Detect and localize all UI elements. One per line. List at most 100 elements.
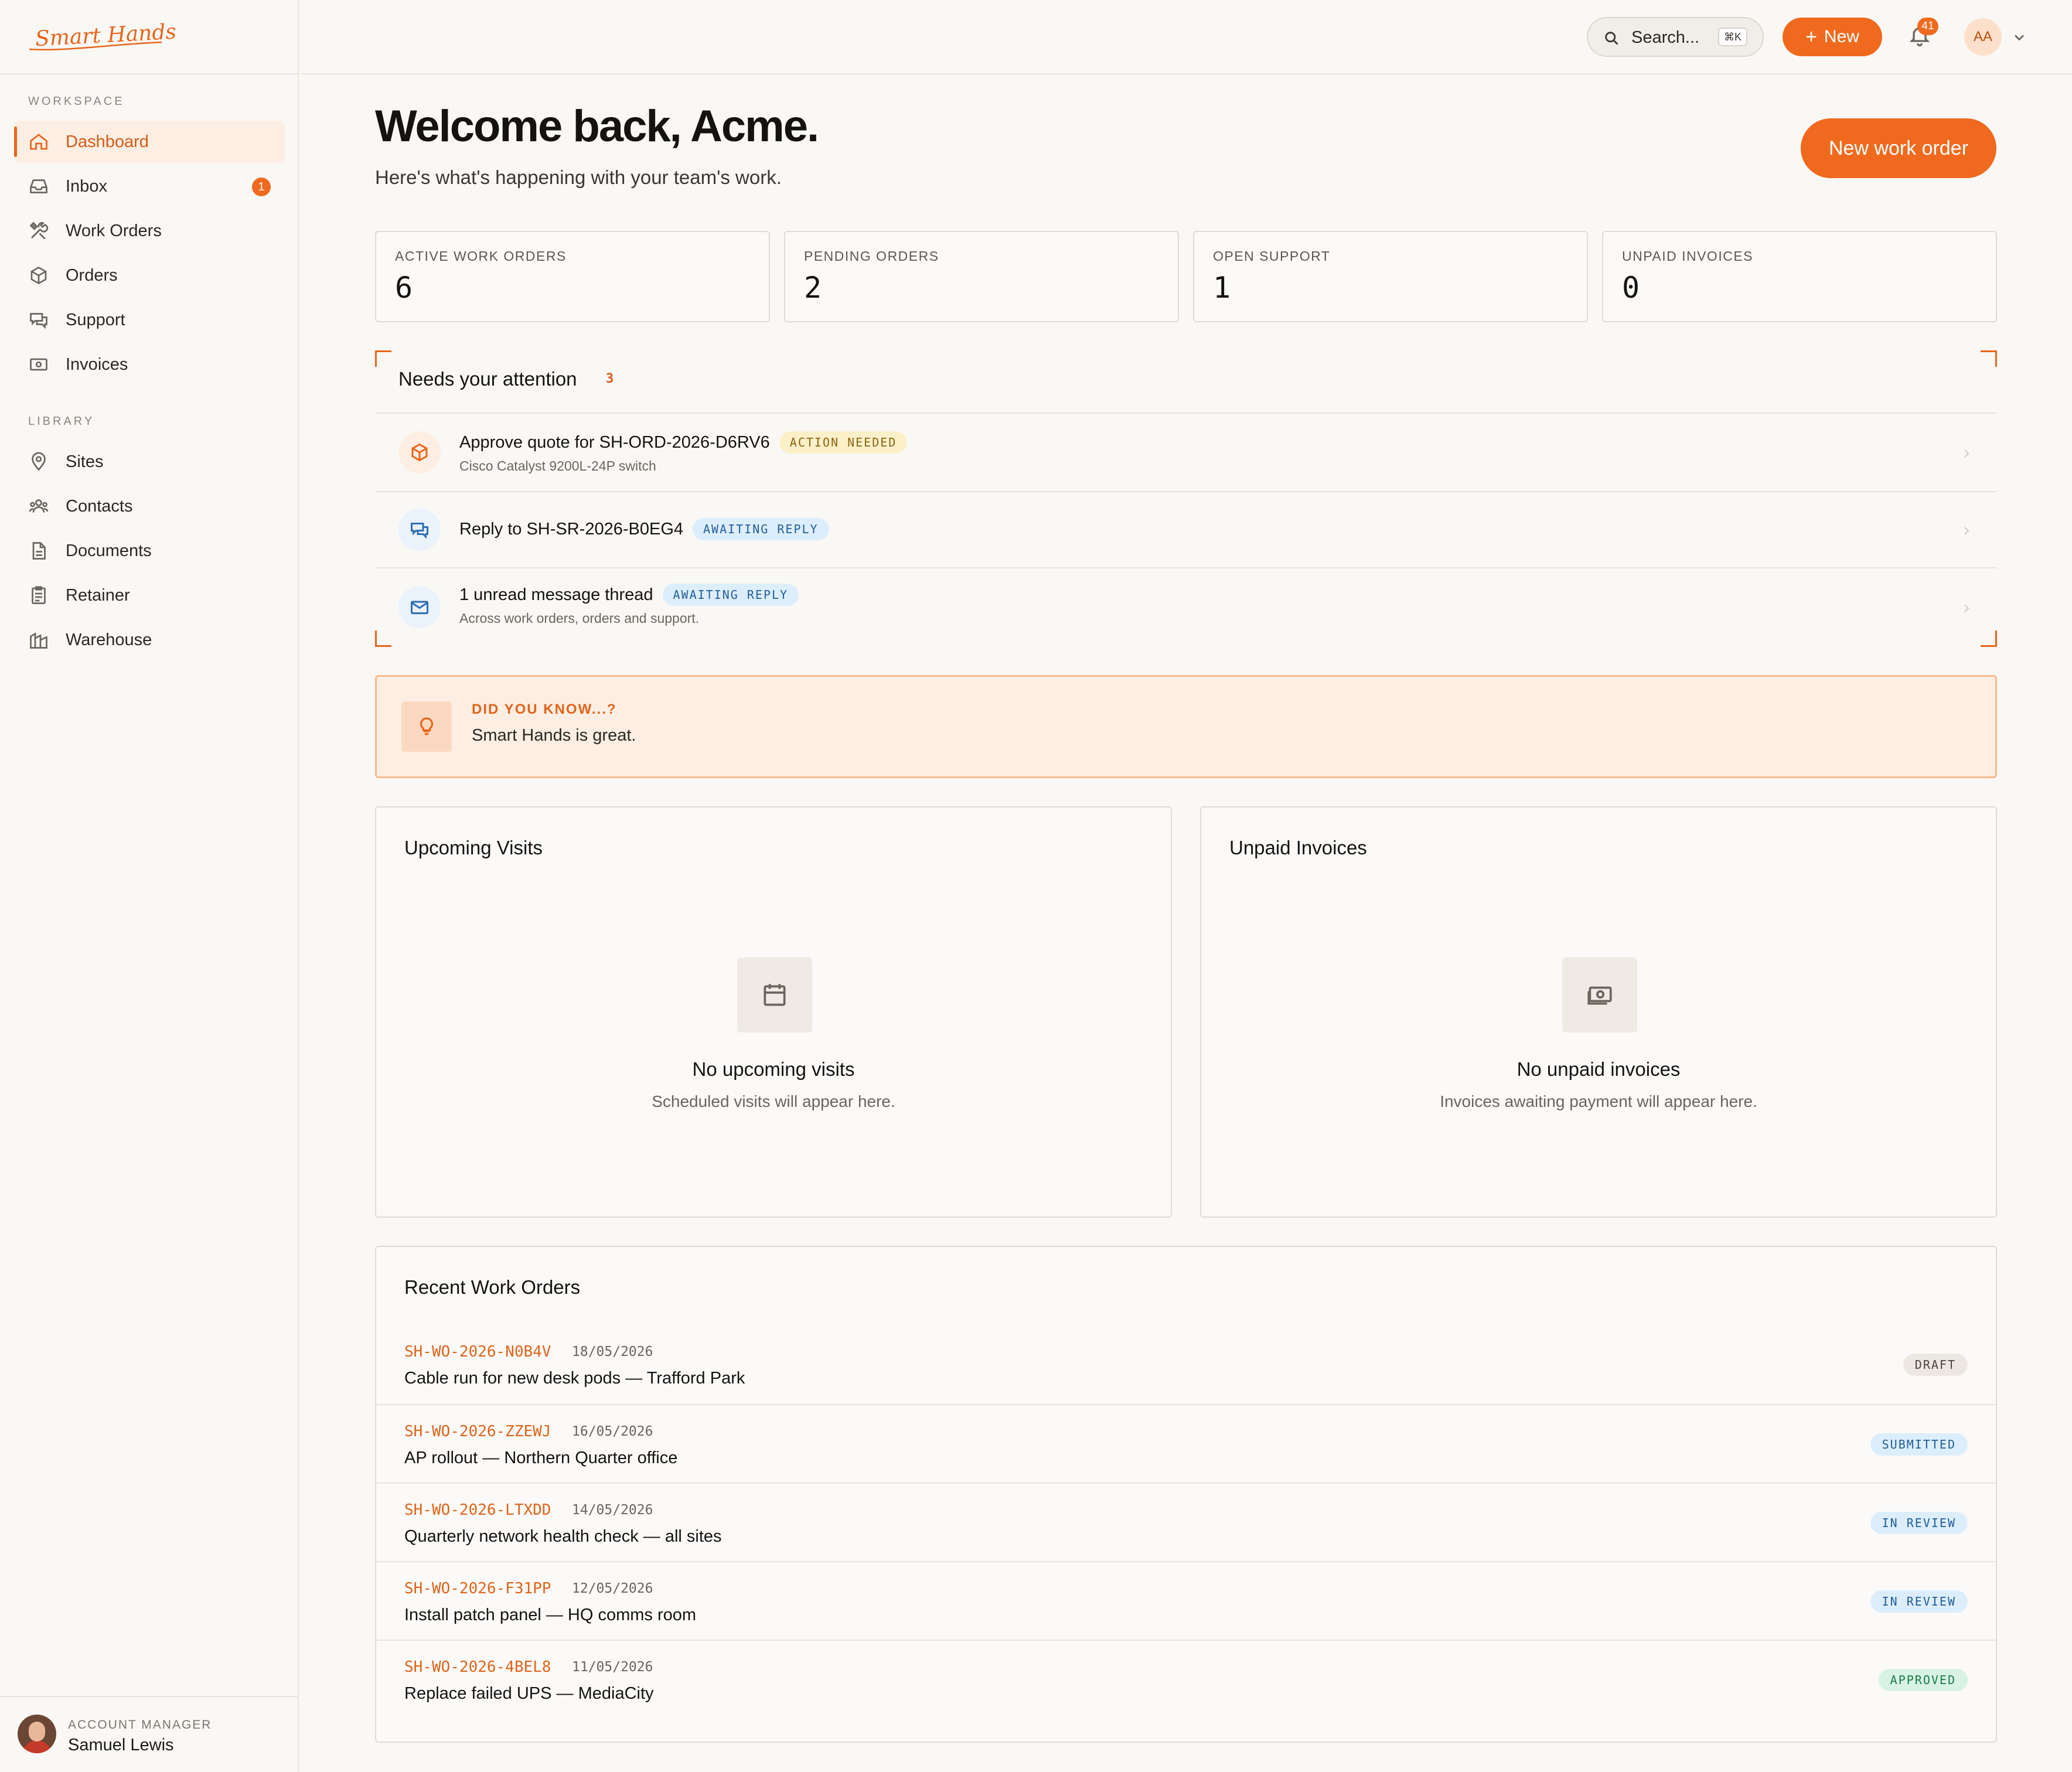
sidebar-item-label: Orders xyxy=(66,265,118,285)
recent-work-orders-card: Recent Work Orders SH-WO-2026-N0B4V 18/0… xyxy=(375,1246,1997,1743)
attention-item-title: Reply to SH-SR-2026-B0EG4 xyxy=(459,519,683,539)
sidebar-item-dashboard[interactable]: Dashboard xyxy=(14,121,285,163)
status-badge: AWAITING REPLY xyxy=(693,518,829,540)
tip-text: Smart Hands is great. xyxy=(472,726,636,745)
work-order-title: AP rollout — Northern Quarter office xyxy=(404,1449,678,1467)
search-icon xyxy=(1605,32,1618,45)
search-placeholder: Search... xyxy=(1631,28,1700,47)
sidebar-item-invoices[interactable]: Invoices xyxy=(14,343,285,386)
page-title: Welcome back, Acme. xyxy=(375,101,819,151)
sidebar-item-label: Retainer xyxy=(66,585,130,605)
attention-item-reply[interactable]: Reply to SH-SR-2026-B0EG4 AWAITING REPLY xyxy=(375,491,1997,567)
stat-value: 1 xyxy=(1213,271,1231,305)
map-pin-icon xyxy=(28,451,49,472)
stat-label: OPEN SUPPORT xyxy=(1213,248,1331,264)
empty-state-subtitle: Scheduled visits will appear here. xyxy=(652,1092,895,1110)
empty-state-title: No unpaid invoices xyxy=(1516,1058,1681,1080)
stat-card-active-work-orders[interactable]: ACTIVE WORK ORDERS 6 xyxy=(375,231,770,322)
account-manager[interactable]: ACCOUNT MANAGER Samuel Lewis xyxy=(0,1696,299,1772)
work-order-date: 18/05/2026 xyxy=(572,1344,653,1359)
sidebar-item-work-orders[interactable]: Work Orders xyxy=(14,210,285,252)
upcoming-visits-card: Upcoming Visits No upcoming visits Sched… xyxy=(375,806,1172,1218)
chat-icon xyxy=(28,309,49,330)
work-order-date: 11/05/2026 xyxy=(572,1659,653,1675)
corner-mark xyxy=(1981,350,1997,367)
attention-title: Needs your attention xyxy=(398,368,577,390)
attention-item-approve-quote[interactable]: Approve quote for SH-ORD-2026-D6RV6 ACTI… xyxy=(375,413,1997,491)
lightbulb-icon xyxy=(401,701,452,752)
needs-attention-panel: Needs your attention 3 Approve quote for… xyxy=(375,350,1997,647)
sidebar-item-documents[interactable]: Documents xyxy=(14,530,285,572)
sidebar-item-label: Contacts xyxy=(66,496,133,516)
attention-item-title-row: Reply to SH-SR-2026-B0EG4 AWAITING REPLY xyxy=(459,518,829,540)
logo-underline-icon xyxy=(29,41,162,51)
attention-item-title: 1 unread message thread xyxy=(459,585,653,604)
did-you-know-banner: DID YOU KNOW...? Smart Hands is great. xyxy=(375,675,1997,778)
work-order-date: 16/05/2026 xyxy=(572,1424,653,1439)
corner-mark xyxy=(375,350,391,367)
sidebar-item-support[interactable]: Support xyxy=(14,299,285,341)
search-input[interactable]: Search... ⌘K xyxy=(1587,17,1764,57)
work-order-id[interactable]: SH-WO-2026-LTXDD xyxy=(404,1501,551,1519)
table-row[interactable]: SH-WO-2026-LTXDD 14/05/2026 Quarterly ne… xyxy=(376,1483,1996,1561)
stat-card-unpaid-invoices[interactable]: UNPAID INVOICES 0 xyxy=(1602,231,1997,322)
stat-card-pending-orders[interactable]: PENDING ORDERS 2 xyxy=(784,231,1179,322)
document-icon xyxy=(28,540,49,561)
warehouse-icon xyxy=(28,629,49,650)
work-order-id[interactable]: SH-WO-2026-N0B4V xyxy=(404,1343,551,1361)
attention-item-title-row: 1 unread message thread AWAITING REPLY xyxy=(459,584,799,606)
stat-card-open-support[interactable]: OPEN SUPPORT 1 xyxy=(1193,231,1588,322)
home-icon xyxy=(28,131,49,152)
account-name: Samuel Lewis xyxy=(68,1736,174,1754)
work-order-id[interactable]: SH-WO-2026-4BEL8 xyxy=(404,1658,551,1676)
logo-area: Smart Hands xyxy=(0,0,298,74)
new-button[interactable]: + New xyxy=(1783,18,1882,56)
sidebar-item-contacts[interactable]: Contacts xyxy=(14,485,285,527)
chat-icon xyxy=(398,509,441,551)
tip-label: DID YOU KNOW...? xyxy=(472,701,617,717)
sidebar-item-label: Work Orders xyxy=(66,221,162,240)
sidebar-item-label: Documents xyxy=(66,541,152,560)
work-order-id[interactable]: SH-WO-2026-F31PP xyxy=(404,1580,551,1597)
status-badge: IN REVIEW xyxy=(1870,1590,1968,1613)
sidebar-item-label: Support xyxy=(66,310,125,329)
table-row[interactable]: SH-WO-2026-4BEL8 11/05/2026 Replace fail… xyxy=(376,1640,1996,1718)
work-order-id[interactable]: SH-WO-2026-ZZEWJ xyxy=(404,1423,551,1440)
tools-icon xyxy=(28,220,49,241)
chevron-right-icon xyxy=(1959,447,1974,461)
nav-section-library: LIBRARY xyxy=(28,415,95,428)
attention-item-subtitle: Cisco Catalyst 9200L-24P switch xyxy=(459,458,656,473)
table-row[interactable]: SH-WO-2026-ZZEWJ 16/05/2026 AP rollout —… xyxy=(376,1404,1996,1483)
sidebar-item-warehouse[interactable]: Warehouse xyxy=(14,619,285,661)
new-work-order-button[interactable]: New work order xyxy=(1801,118,1996,178)
sidebar-item-retainer[interactable]: Retainer xyxy=(14,574,285,616)
stat-label: ACTIVE WORK ORDERS xyxy=(395,248,567,264)
chevron-right-icon xyxy=(1959,601,1974,615)
new-button-label: New xyxy=(1824,27,1859,46)
attention-item-title: Approve quote for SH-ORD-2026-D6RV6 xyxy=(459,432,770,452)
plus-icon: + xyxy=(1805,26,1817,48)
status-badge: ACTION NEEDED xyxy=(779,431,908,454)
card-title: Upcoming Visits xyxy=(404,837,543,858)
user-avatar[interactable]: AA xyxy=(1964,18,2002,56)
table-row[interactable]: SH-WO-2026-F31PP 12/05/2026 Install patc… xyxy=(376,1561,1996,1640)
user-menu-toggle[interactable] xyxy=(2011,29,2027,46)
work-order-title: Install patch panel — HQ comms room xyxy=(404,1606,697,1624)
table-row[interactable]: SH-WO-2026-N0B4V 18/05/2026 Cable run fo… xyxy=(376,1325,1996,1404)
work-order-title: Quarterly network health check — all sit… xyxy=(404,1527,722,1546)
attention-item-unread-thread[interactable]: 1 unread message thread AWAITING REPLY A… xyxy=(375,567,1997,647)
box-icon xyxy=(28,265,49,286)
card-title: Unpaid Invoices xyxy=(1229,837,1367,858)
mail-icon xyxy=(398,586,441,628)
work-order-title: Cable run for new desk pods — Trafford P… xyxy=(404,1369,745,1388)
status-badge: AWAITING REPLY xyxy=(662,584,799,606)
stat-label: PENDING ORDERS xyxy=(804,248,939,264)
attention-item-subtitle: Across work orders, orders and support. xyxy=(459,611,700,626)
sidebar-item-orders[interactable]: Orders xyxy=(14,254,285,297)
box-icon xyxy=(398,431,441,473)
notification-count-badge: 41 xyxy=(1917,18,1938,35)
sidebar-item-sites[interactable]: Sites xyxy=(14,441,285,483)
sidebar-item-label: Warehouse xyxy=(66,630,152,649)
inbox-badge: 1 xyxy=(252,178,271,196)
sidebar-item-inbox[interactable]: Inbox 1 xyxy=(14,165,285,207)
